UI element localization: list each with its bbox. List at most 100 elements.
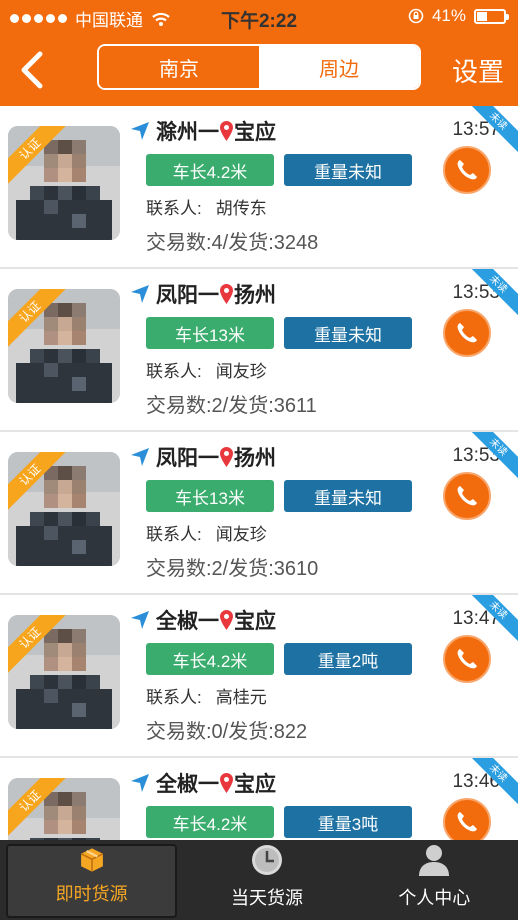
list-item[interactable]: 认证 全椒 一 宝应 13:46 车长4.2米 重量3吨 未读 — [0, 758, 518, 840]
unread-ribbon: 未读 — [472, 269, 518, 315]
vehicle-length-tag: 车长4.2米 — [146, 643, 274, 675]
route-separator: 一 — [198, 610, 219, 633]
avatar: 认证 — [8, 289, 120, 403]
vehicle-length-tag: 车长13米 — [146, 317, 274, 349]
location-arrow-icon — [131, 774, 149, 792]
map-pin-icon — [220, 447, 233, 467]
verified-badge: 认证 — [8, 289, 78, 359]
route-origin: 滁州 — [156, 121, 198, 144]
route-destination: 宝应 — [234, 121, 276, 144]
route-separator: 一 — [198, 447, 219, 470]
location-arrow-icon — [131, 122, 149, 140]
tab-profile[interactable]: 个人中心 — [351, 840, 518, 920]
phone-icon — [457, 323, 477, 343]
tab-nearby[interactable]: 周边 — [259, 46, 419, 88]
route-origin: 凤阳 — [156, 447, 198, 470]
contact-label: 联系人: — [146, 362, 202, 381]
route-destination: 扬州 — [234, 284, 276, 307]
contact-line: 联系人: 高桂元 — [146, 683, 267, 708]
route-destination: 扬州 — [234, 447, 276, 470]
weight-tag: 重量未知 — [284, 154, 412, 186]
location-arrow-icon — [131, 448, 149, 466]
contact-line: 联系人: 闻友珍 — [146, 520, 267, 545]
tab-today-cargo[interactable]: 当天货源 — [183, 840, 350, 920]
route: 全椒 一 宝应 — [130, 605, 276, 635]
map-pin-icon — [220, 610, 233, 630]
contact-label: 联系人: — [146, 199, 202, 218]
avatar: 认证 — [8, 452, 120, 566]
call-button[interactable] — [443, 472, 491, 520]
unread-ribbon: 未读 — [472, 432, 518, 478]
verified-badge: 认证 — [8, 615, 78, 685]
contact-name: 胡传东 — [215, 199, 267, 218]
cargo-list[interactable]: 认证 滁州 一 宝应 13:57 车长4.2米 重量未知 联系人: 胡传东 交易数… — [0, 106, 518, 840]
phone-icon — [457, 812, 477, 832]
call-button[interactable] — [443, 309, 491, 357]
weight-tag: 重量2吨 — [284, 643, 412, 675]
nav-bar: 南京 周边 设置 — [0, 34, 518, 106]
route-separator: 一 — [198, 284, 219, 307]
weight-tag: 重量未知 — [284, 480, 412, 512]
battery-percent: 41% — [431, 6, 466, 25]
list-item[interactable]: 认证 凤阳 一 扬州 13:53 车长13米 重量未知 联系人: 闻友珍 交易数:… — [0, 269, 518, 432]
unread-ribbon: 未读 — [472, 595, 518, 641]
verified-badge: 认证 — [8, 452, 78, 522]
trade-stats: 交易数:0/发货:822 — [146, 721, 308, 743]
verified-badge: 认证 — [8, 778, 78, 840]
tab-today-cargo-label: 当天货源 — [230, 888, 303, 908]
tab-nanjing[interactable]: 南京 — [99, 46, 259, 88]
route-destination: 宝应 — [234, 610, 276, 633]
tab-profile-label: 个人中心 — [398, 888, 471, 908]
list-item[interactable]: 认证 滁州 一 宝应 13:57 车长4.2米 重量未知 联系人: 胡传东 交易数… — [0, 106, 518, 269]
tab-instant-cargo[interactable]: 即时货源 — [6, 844, 178, 918]
route: 全椒 一 宝应 — [130, 768, 276, 798]
tab-bar: 即时货源 当天货源 个人中心 — [0, 840, 518, 920]
vehicle-length-tag: 车长4.2米 — [146, 154, 274, 186]
list-item[interactable]: 认证 全椒 一 宝应 13:47 车长4.2米 重量2吨 联系人: 高桂元 交易数… — [0, 595, 518, 758]
route-origin: 全椒 — [156, 610, 198, 633]
route: 凤阳 一 扬州 — [130, 442, 276, 472]
call-button[interactable] — [443, 146, 491, 194]
route-origin: 全椒 — [156, 773, 198, 796]
vehicle-length-tag: 车长4.2米 — [146, 806, 274, 838]
route: 凤阳 一 扬州 — [130, 279, 276, 309]
avatar: 认证 — [8, 615, 120, 729]
verified-badge: 认证 — [8, 126, 78, 196]
call-button[interactable] — [443, 798, 491, 840]
trade-stats: 交易数:2/发货:3611 — [146, 395, 317, 417]
map-pin-icon — [220, 121, 233, 141]
location-arrow-icon — [131, 285, 149, 303]
contact-name: 闻友珍 — [215, 525, 267, 544]
settings-button[interactable]: 设置 — [452, 52, 504, 89]
call-button[interactable] — [443, 635, 491, 683]
unread-ribbon: 未读 — [472, 106, 518, 152]
rotation-lock-icon — [408, 8, 424, 24]
phone-icon — [457, 649, 477, 669]
unread-ribbon: 未读 — [472, 758, 518, 804]
route-origin: 凤阳 — [156, 284, 198, 307]
weight-tag: 重量3吨 — [284, 806, 412, 838]
list-item[interactable]: 认证 凤阳 一 扬州 13:53 车长13米 重量未知 联系人: 闻友珍 交易数:… — [0, 432, 518, 595]
box-icon — [80, 848, 103, 872]
contact-name: 闻友珍 — [215, 362, 267, 381]
battery-icon — [474, 8, 509, 24]
contact-line: 联系人: 胡传东 — [146, 194, 267, 219]
contact-label: 联系人: — [146, 525, 202, 544]
avatar: 认证 — [8, 126, 120, 240]
clock-icon — [251, 845, 282, 875]
city-segmented-control: 南京 周边 — [97, 44, 421, 90]
map-pin-icon — [220, 284, 233, 304]
avatar: 认证 — [8, 778, 120, 840]
vehicle-length-tag: 车长13米 — [146, 480, 274, 512]
back-chevron-icon[interactable] — [14, 48, 50, 92]
contact-label: 联系人: — [146, 688, 202, 707]
route-separator: 一 — [198, 121, 219, 144]
route-separator: 一 — [198, 773, 219, 796]
map-pin-icon — [220, 773, 233, 793]
phone-icon — [457, 486, 477, 506]
status-bar: 中国联通 下午2:22 41% — [0, 0, 518, 34]
user-icon — [419, 845, 450, 876]
weight-tag: 重量未知 — [284, 317, 412, 349]
tab-instant-cargo-label: 即时货源 — [55, 884, 128, 904]
trade-stats: 交易数:4/发货:3248 — [146, 232, 319, 254]
